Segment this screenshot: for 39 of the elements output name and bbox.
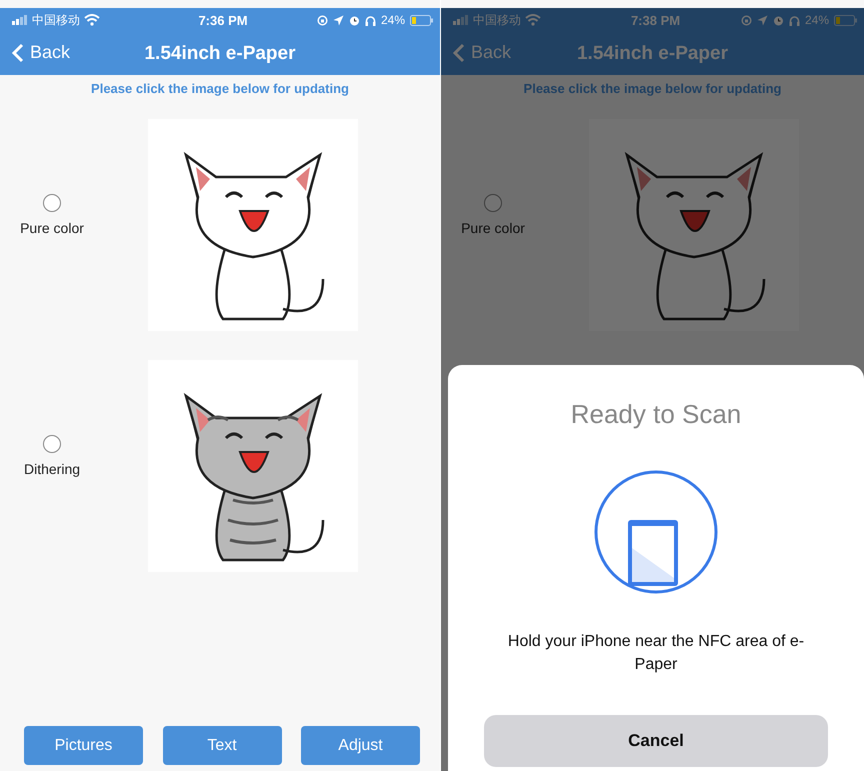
option-label: Pure color — [20, 220, 84, 236]
action-button[interactable]: Adjust — [301, 726, 420, 765]
cancel-button[interactable]: Cancel — [484, 715, 828, 767]
instruction-text: Please click the image below for updating — [90, 80, 350, 98]
location-icon — [332, 14, 344, 26]
rotation-lock-icon — [740, 14, 752, 26]
back-button[interactable]: Back — [449, 40, 516, 65]
radio-button[interactable] — [43, 194, 61, 212]
carrier-name: 中国移动 — [473, 12, 521, 28]
chevron-left-icon — [12, 42, 24, 62]
headphones-icon — [788, 14, 800, 26]
sheet-title: Ready to Scan — [570, 399, 742, 430]
option-label: Pure color — [461, 220, 525, 236]
screen-title: 1.54inch e-Paper — [144, 42, 296, 64]
radio-button[interactable] — [484, 194, 502, 212]
chevron-left-icon — [453, 42, 465, 62]
battery-icon — [410, 14, 434, 26]
alarm-icon — [772, 14, 784, 26]
status-time: 7:38 PM — [630, 12, 680, 28]
phone-in-circle-icon — [594, 470, 718, 594]
back-button[interactable]: Back — [8, 40, 74, 65]
screen-title: 1.54inch e-Paper — [576, 42, 728, 64]
carrier-name: 中国移动 — [32, 12, 80, 28]
wifi-icon — [525, 14, 541, 26]
signal-icon — [12, 15, 28, 25]
location-icon — [756, 14, 768, 26]
battery-percent: 24% — [804, 13, 830, 27]
sheet-message: Hold your iPhone near the NFC area of e-Paper — [507, 632, 805, 675]
option-label: Dithering — [24, 460, 80, 476]
rotation-lock-icon — [316, 14, 328, 26]
status-time: 7:36 PM — [198, 12, 248, 28]
headphones-icon — [364, 14, 376, 26]
instruction-text: Please click the image below for updating — [522, 80, 782, 98]
action-button[interactable]: Text — [162, 726, 282, 765]
action-button[interactable]: Pictures — [24, 726, 143, 765]
wifi-icon — [84, 14, 100, 26]
radio-button[interactable] — [43, 434, 61, 452]
alarm-icon — [348, 14, 360, 26]
battery-percent: 24% — [380, 13, 406, 27]
